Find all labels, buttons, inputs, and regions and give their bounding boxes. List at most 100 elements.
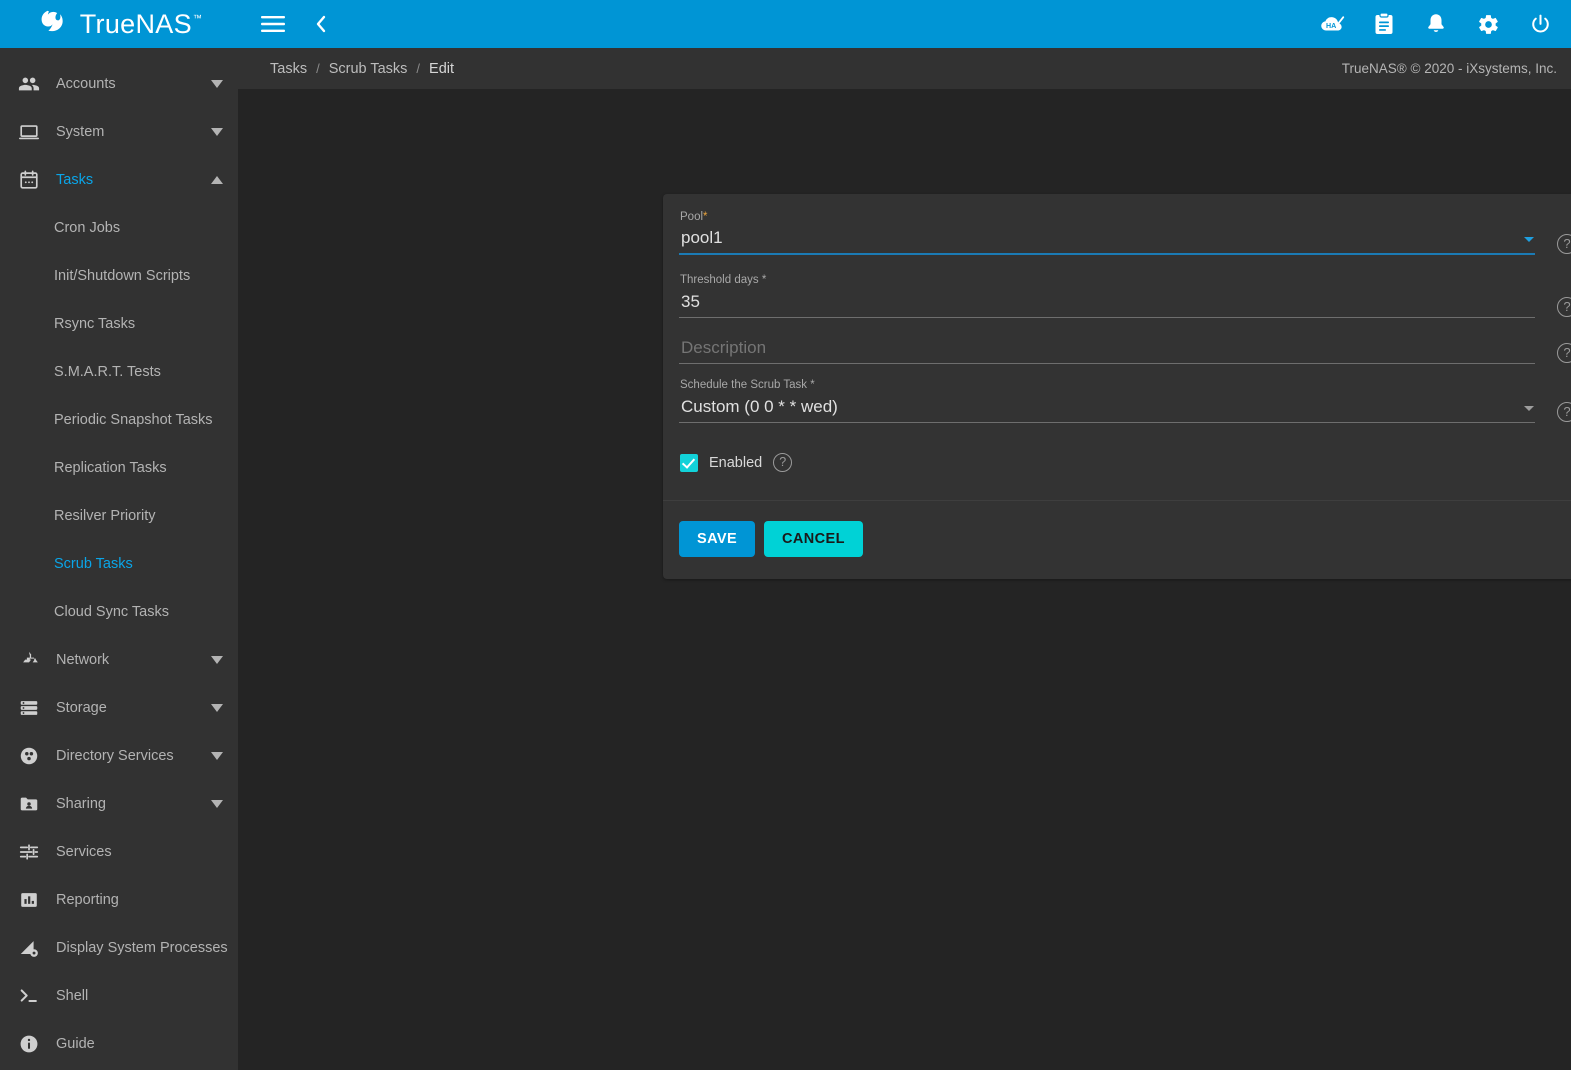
sidebar-item-reporting[interactable]: Reporting xyxy=(0,876,238,924)
field-pool-control[interactable] xyxy=(679,225,1535,255)
sidebar-subitem-periodic-snapshot-tasks[interactable]: Periodic Snapshot Tasks xyxy=(0,396,238,444)
field-pool: Pool* ? xyxy=(679,210,1571,255)
main-column: HA Tasks / Scrub Tasks / Edit TrueNAS® ©… xyxy=(238,0,1571,1070)
sidebar-item-label: Services xyxy=(56,844,112,860)
breadcrumb-item-tasks[interactable]: Tasks xyxy=(270,61,307,77)
help-question-icon[interactable]: ? xyxy=(1557,402,1571,422)
toolbar-right-group: HA xyxy=(1319,11,1553,37)
brand-header[interactable]: TrueNAS xyxy=(0,0,238,48)
sidebar-item-system[interactable]: System xyxy=(0,108,238,156)
sidebar-subitem-label: Scrub Tasks xyxy=(54,556,133,572)
reporting-chart-icon xyxy=(12,888,46,912)
sidebar-subitem-cloud-sync-tasks[interactable]: Cloud Sync Tasks xyxy=(0,588,238,636)
sidebar-tasks-submenu: Cron Jobs Init/Shutdown Scripts Rsync Ta… xyxy=(0,204,238,636)
cancel-button[interactable]: CANCEL xyxy=(764,521,863,557)
sidebar-item-guide[interactable]: Guide xyxy=(0,1020,238,1068)
breadcrumb-item-scrub-tasks[interactable]: Scrub Tasks xyxy=(329,61,408,77)
chevron-down-icon[interactable] xyxy=(210,125,224,139)
field-description-control[interactable] xyxy=(679,334,1535,364)
required-asterisk: * xyxy=(810,379,815,391)
sidebar-item-storage[interactable]: Storage xyxy=(0,684,238,732)
top-toolbar: HA xyxy=(238,0,1571,48)
help-question-icon[interactable]: ? xyxy=(1557,234,1571,254)
chevron-down-icon[interactable] xyxy=(1524,237,1534,242)
scrub-task-edit-form-card: Pool* ? Threshol xyxy=(663,194,1571,579)
sidebar-subitem-smart-tests[interactable]: S.M.A.R.T. Tests xyxy=(0,348,238,396)
sidebar-subitem-label: S.M.A.R.T. Tests xyxy=(54,364,161,380)
sidebar-item-tasks[interactable]: Tasks xyxy=(0,156,238,204)
required-asterisk: * xyxy=(703,211,708,223)
shell-terminal-icon xyxy=(12,984,46,1008)
clipboard-tasks-icon[interactable] xyxy=(1371,11,1397,37)
field-threshold-days-label: Threshold days * xyxy=(680,274,767,286)
chevron-left-icon[interactable] xyxy=(308,11,334,37)
help-question-icon[interactable]: ? xyxy=(1557,297,1571,317)
network-nodes-icon xyxy=(12,648,46,672)
directory-services-icon xyxy=(12,744,46,768)
sidebar-subitem-scrub-tasks[interactable]: Scrub Tasks xyxy=(0,540,238,588)
sidebar-item-sharing[interactable]: Sharing xyxy=(0,780,238,828)
field-pool-label: Pool* xyxy=(680,211,708,223)
chevron-down-icon[interactable] xyxy=(210,77,224,91)
field-threshold-days-control[interactable] xyxy=(679,288,1535,318)
sidebar-subitem-cron-jobs[interactable]: Cron Jobs xyxy=(0,204,238,252)
sidebar-item-label: Tasks xyxy=(56,172,94,188)
form-actions: SAVE CANCEL xyxy=(663,501,1571,579)
svg-text:HA: HA xyxy=(1326,22,1336,30)
system-laptop-icon xyxy=(12,120,46,144)
sidebar-item-label: Accounts xyxy=(56,76,116,92)
hamburger-menu-icon[interactable] xyxy=(260,11,286,37)
field-schedule-label: Schedule the Scrub Task * xyxy=(680,379,815,391)
sidebar-item-services[interactable]: Services xyxy=(0,828,238,876)
chevron-down-icon[interactable] xyxy=(210,749,224,763)
ha-cloud-status-icon[interactable]: HA xyxy=(1319,11,1345,37)
enabled-checkbox[interactable] xyxy=(680,453,698,472)
services-sliders-icon xyxy=(12,840,46,864)
brand-name: TrueNAS xyxy=(80,10,201,38)
chevron-down-icon[interactable] xyxy=(210,797,224,811)
schedule-select-input[interactable] xyxy=(679,394,1518,422)
field-description: ? xyxy=(679,334,1571,364)
sidebar-subitem-label: Init/Shutdown Scripts xyxy=(54,268,191,284)
field-enabled: Enabled ? xyxy=(679,453,1571,472)
bell-notifications-icon[interactable] xyxy=(1423,11,1449,37)
accounts-people-icon xyxy=(12,72,46,96)
sidebar-subitem-label: Replication Tasks xyxy=(54,460,167,476)
sidebar: TrueNAS Accounts System xyxy=(0,0,238,1070)
sidebar-item-network[interactable]: Network xyxy=(0,636,238,684)
breadcrumb-separator: / xyxy=(416,61,421,76)
sidebar-subitem-rsync-tasks[interactable]: Rsync Tasks xyxy=(0,300,238,348)
field-schedule-control[interactable] xyxy=(679,393,1535,423)
sidebar-subitem-replication-tasks[interactable]: Replication Tasks xyxy=(0,444,238,492)
sidebar-item-directory-services[interactable]: Directory Services xyxy=(0,732,238,780)
chevron-down-icon[interactable] xyxy=(210,653,224,667)
gear-settings-icon[interactable] xyxy=(1475,11,1501,37)
power-icon[interactable] xyxy=(1527,11,1553,37)
sidebar-item-label: Network xyxy=(56,652,110,668)
toolbar-left-group xyxy=(260,11,334,37)
sidebar-item-accounts[interactable]: Accounts xyxy=(0,60,238,108)
sidebar-item-display-system-processes[interactable]: Display System Processes xyxy=(0,924,238,972)
sidebar-item-shell[interactable]: Shell xyxy=(0,972,238,1020)
storage-disks-icon xyxy=(12,696,46,720)
pool-select-input[interactable] xyxy=(679,225,1518,253)
sidebar-subitem-resilver-priority[interactable]: Resilver Priority xyxy=(0,492,238,540)
sidebar-subitem-init-shutdown-scripts[interactable]: Init/Shutdown Scripts xyxy=(0,252,238,300)
chevron-down-icon[interactable] xyxy=(1524,406,1534,411)
save-button[interactable]: SAVE xyxy=(679,521,756,557)
description-input[interactable] xyxy=(679,335,1535,363)
chevron-up-icon[interactable] xyxy=(210,173,224,187)
sidebar-item-label: Shell xyxy=(56,988,89,1004)
help-question-icon[interactable]: ? xyxy=(1557,343,1571,363)
sidebar-subitem-label: Cron Jobs xyxy=(54,220,121,236)
required-asterisk: * xyxy=(761,274,767,286)
threshold-days-input[interactable] xyxy=(679,289,1535,317)
chevron-down-icon[interactable] xyxy=(210,701,224,715)
field-threshold-days: Threshold days * ? xyxy=(679,273,1571,318)
system-processes-icon xyxy=(12,936,46,960)
sidebar-item-label: Sharing xyxy=(56,796,106,812)
help-question-icon[interactable]: ? xyxy=(773,453,793,472)
